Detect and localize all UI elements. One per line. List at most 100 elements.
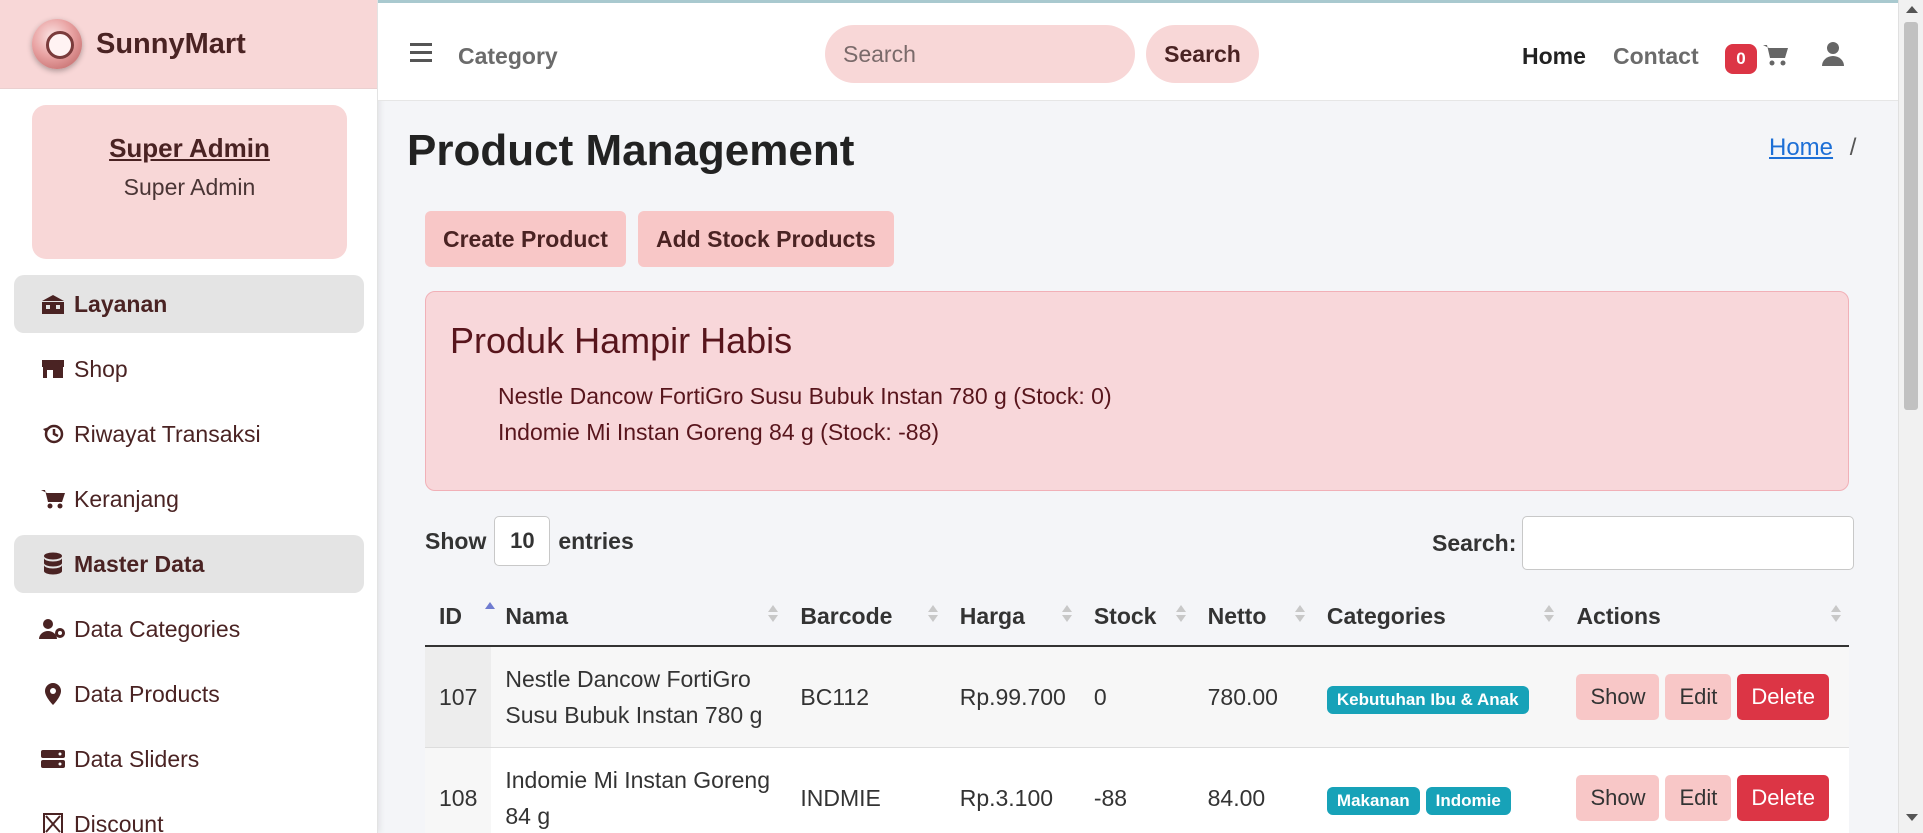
alert-item: Indomie Mi Instan Goreng 84 g (Stock: -8… (498, 419, 940, 445)
nav-home-link[interactable]: Home (1522, 43, 1586, 70)
products-table: ID Nama Barcode Harga Stock Netto Catego… (425, 588, 1849, 833)
alert-list: Nestle Dancow FortiGro Susu Bubuk Instan… (450, 378, 1824, 450)
database-icon (38, 552, 68, 576)
sidebar-item-label: Data Sliders (74, 745, 200, 772)
sidebar-item-label: Layanan (74, 290, 168, 317)
column-header-nama[interactable]: Nama (491, 588, 787, 647)
discount-icon (38, 813, 68, 833)
breadcrumb: Home / (1769, 134, 1856, 162)
delete-button[interactable]: Delete (1737, 674, 1829, 720)
cell-name: Nestle Dancow FortiGro Susu Bubuk Instan… (505, 666, 763, 728)
column-header-categories[interactable]: Categories (1312, 588, 1563, 647)
nav-contact-link[interactable]: Contact (1613, 43, 1699, 70)
search-button[interactable]: Search (1146, 25, 1259, 83)
edit-button[interactable]: Edit (1665, 775, 1732, 821)
sidebar-item-label: Shop (74, 355, 128, 382)
search-input[interactable] (825, 25, 1135, 83)
cell-categories: Kebutuhan Ibu & Anak (1313, 646, 1563, 748)
category-badge: Kebutuhan Ibu & Anak (1326, 686, 1529, 714)
entries-label: entries (558, 527, 634, 554)
history-icon (38, 423, 68, 445)
sidebar-item-label: Keranjang (74, 485, 179, 512)
sidebar: SunnyMart Super Admin Super Admin Layana… (0, 0, 378, 833)
scroll-thumb[interactable] (1904, 22, 1918, 410)
sidebar-item-label: Riwayat Transaksi (74, 420, 261, 447)
category-link[interactable]: Category (458, 43, 558, 70)
alert-title: Produk Hampir Habis (450, 320, 793, 361)
column-header-stock[interactable]: Stock (1079, 588, 1194, 647)
user-name-link[interactable]: Super Admin (32, 133, 347, 164)
cell-categories: Makanan Indomie (1313, 748, 1563, 833)
add-stock-products-button[interactable]: Add Stock Products (638, 211, 894, 267)
cell-id: 107 (425, 646, 492, 748)
cell-actions: Show Edit Delete (1562, 646, 1849, 748)
brand[interactable]: SunnyMart (0, 0, 377, 89)
entries-per-page-select[interactable]: 10 (494, 516, 551, 566)
column-header-actions[interactable]: Actions (1562, 588, 1849, 647)
cell-stock: -88 (1093, 785, 1128, 811)
breadcrumb-separator: / (1849, 134, 1857, 161)
cell-netto: 84.00 (1207, 785, 1266, 811)
sidebar-item-riwayat-transaksi[interactable]: Riwayat Transaksi (14, 405, 364, 463)
table-search-label: Search: (1432, 529, 1517, 556)
table-row: 108 Indomie Mi Instan Goreng 84 g INDMIE… (425, 747, 1849, 833)
cell-name: Indomie Mi Instan Goreng 84 g (505, 767, 771, 829)
store-icon (38, 358, 68, 380)
show-entries-control: Show 10 entries (425, 516, 634, 566)
cell-barcode: INDMIE (800, 785, 881, 811)
cell-price: Rp.99.700 (959, 684, 1066, 710)
user-role: Super Admin (123, 174, 256, 200)
sidebar-header-master-data[interactable]: Master Data (14, 535, 364, 593)
sidebar-item-keranjang[interactable]: Keranjang (14, 470, 364, 528)
cell-price: Rp.3.100 (959, 785, 1054, 811)
table-row: 107 Nestle Dancow FortiGro Susu Bubuk In… (425, 646, 1849, 748)
category-badge: Makanan (1326, 787, 1420, 815)
scroll-down-arrow-icon[interactable] (1906, 814, 1918, 821)
sidebar-item-label: Discount (74, 810, 164, 833)
scroll-up-arrow-icon[interactable] (1906, 6, 1918, 13)
brand-logo (32, 19, 82, 69)
top-navbar: Category Search Home Contact 0 (378, 0, 1898, 101)
create-product-button[interactable]: Create Product (425, 211, 626, 267)
table-header-row: ID Nama Barcode Harga Stock Netto Catego… (425, 588, 1849, 647)
sidebar-header-layanan[interactable]: Layanan (14, 275, 364, 333)
edit-button[interactable]: Edit (1665, 674, 1732, 720)
sidebar-nav: Layanan Shop Riwayat Transaksi Keranjang… (14, 275, 364, 833)
hamburger-menu-icon[interactable] (410, 43, 432, 67)
alert-item: Nestle Dancow FortiGro Susu Bubuk Instan… (498, 383, 1112, 409)
shopping-cart-icon[interactable] (1762, 43, 1790, 72)
column-header-id[interactable]: ID (425, 588, 495, 647)
column-header-harga[interactable]: Harga (945, 588, 1080, 647)
user-card: Super Admin Super Admin (32, 105, 347, 259)
table-search-input[interactable] (1522, 516, 1855, 570)
show-label: Show (425, 527, 487, 554)
cell-netto: 780.00 (1207, 684, 1278, 710)
building-icon (38, 293, 68, 315)
page-scrollbar[interactable] (1898, 0, 1923, 833)
sidebar-item-label: Data Categories (74, 615, 241, 642)
column-header-barcode[interactable]: Barcode (786, 588, 946, 647)
table-search-control: Search: (1432, 516, 1855, 570)
delete-button[interactable]: Delete (1737, 775, 1829, 821)
low-stock-alert: Produk Hampir Habis Nestle Dancow FortiG… (425, 291, 1849, 491)
column-header-netto[interactable]: Netto (1193, 588, 1313, 647)
cell-actions: Show Edit Delete (1562, 748, 1849, 833)
cell-barcode: BC112 (800, 684, 869, 710)
sidebar-item-discount[interactable]: Discount (14, 795, 364, 833)
sidebar-item-data-categories[interactable]: Data Categories (14, 600, 364, 658)
sidebar-item-label: Master Data (74, 550, 205, 577)
page-title: Product Management (407, 126, 855, 175)
server-icon (38, 748, 68, 770)
cell-stock: 0 (1093, 684, 1107, 710)
show-button[interactable]: Show (1576, 775, 1660, 821)
sidebar-item-shop[interactable]: Shop (14, 340, 364, 398)
map-pin-icon (38, 682, 68, 706)
breadcrumb-home-link[interactable]: Home (1769, 134, 1833, 161)
cell-id: 108 (425, 747, 492, 833)
sidebar-item-data-sliders[interactable]: Data Sliders (14, 730, 364, 788)
user-account-icon[interactable] (1821, 41, 1845, 72)
sidebar-item-label: Data Products (74, 680, 220, 707)
show-button[interactable]: Show (1576, 674, 1660, 720)
sidebar-item-data-products[interactable]: Data Products (14, 665, 364, 723)
category-badge: Indomie (1425, 787, 1511, 815)
